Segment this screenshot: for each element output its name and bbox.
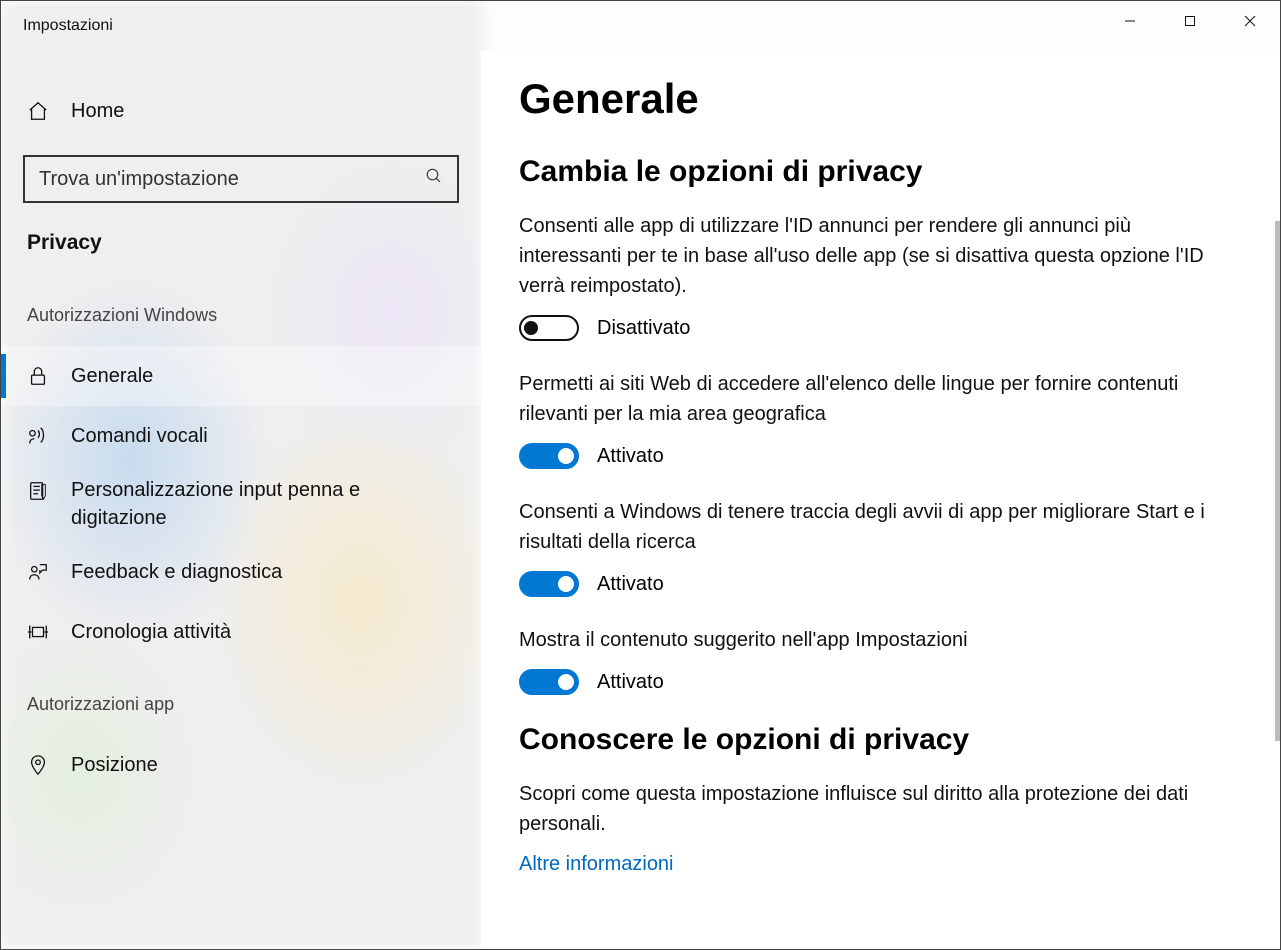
minimize-button[interactable] — [1100, 1, 1160, 41]
setting-advertising-id-toggle-row: Disattivato — [519, 315, 1242, 341]
scrollbar[interactable] — [1275, 221, 1280, 741]
sidebar-group-windows-permissions: Autorizzazioni Windows — [1, 273, 481, 346]
toggle-state-label: Attivato — [597, 573, 664, 596]
setting-language-list-toggle-row: Attivato — [519, 443, 1242, 469]
sidebar-item-label: Comandi vocali — [71, 425, 208, 448]
setting-app-launch-tracking-toggle[interactable] — [519, 571, 579, 597]
sidebar-item-label: Cronologia attività — [71, 621, 231, 644]
feedback-icon — [27, 561, 49, 583]
home-label: Home — [71, 100, 124, 123]
home-icon — [27, 100, 49, 122]
setting-app-launch-tracking-toggle-row: Attivato — [519, 571, 1242, 597]
sidebar-item-label: Personalizzazione input penna e digitazi… — [71, 476, 455, 532]
search-input[interactable]: Trova un'impostazione — [23, 155, 459, 203]
speech-icon — [27, 425, 49, 447]
sidebar-item-personalizzazione-input[interactable]: Personalizzazione input penna e digitazi… — [1, 466, 481, 542]
toggle-state-label: Attivato — [597, 671, 664, 694]
setting-app-launch-tracking-desc: Consenti a Windows di tenere traccia deg… — [519, 497, 1219, 557]
section-privacy-options-title: Cambia le opzioni di privacy — [519, 155, 1242, 189]
lock-icon — [27, 365, 49, 387]
location-icon — [27, 754, 49, 776]
sidebar-item-generale[interactable]: Generale — [1, 346, 481, 406]
sidebar-item-home[interactable]: Home — [1, 81, 481, 141]
sidebar-section-privacy: Privacy — [1, 213, 481, 273]
sidebar-item-cronologia[interactable]: Cronologia attività — [1, 602, 481, 662]
inking-icon — [27, 480, 49, 502]
window-controls — [1100, 1, 1280, 41]
section-learn-privacy-desc: Scopri come questa impostazione influisc… — [519, 779, 1242, 839]
setting-suggested-content-desc: Mostra il contenuto suggerito nell'app I… — [519, 625, 1219, 655]
toggle-state-label: Disattivato — [597, 317, 690, 340]
sidebar-item-feedback[interactable]: Feedback e diagnostica — [1, 542, 481, 602]
setting-advertising-id-desc: Consenti alle app di utilizzare l'ID ann… — [519, 211, 1219, 301]
sidebar-item-comandi-vocali[interactable]: Comandi vocali — [1, 406, 481, 466]
window-title: Impostazioni — [1, 17, 113, 35]
search-icon — [425, 167, 443, 191]
activity-history-icon — [27, 621, 49, 643]
section-learn-privacy-title: Conoscere le opzioni di privacy — [519, 723, 1242, 757]
page-title: Generale — [519, 75, 1242, 123]
setting-language-list-desc: Permetti ai siti Web di accedere all'ele… — [519, 369, 1219, 429]
learn-more-link[interactable]: Altre informazioni — [519, 853, 1242, 876]
setting-suggested-content-toggle-row: Attivato — [519, 669, 1242, 695]
sidebar-item-label: Posizione — [71, 754, 158, 777]
titlebar: Impostazioni — [1, 1, 1280, 51]
setting-suggested-content-toggle[interactable] — [519, 669, 579, 695]
search-placeholder: Trova un'impostazione — [39, 168, 425, 191]
sidebar-item-label: Feedback e diagnostica — [71, 561, 282, 584]
sidebar-group-app-permissions: Autorizzazioni app — [1, 662, 481, 735]
close-button[interactable] — [1220, 1, 1280, 41]
sidebar-item-posizione[interactable]: Posizione — [1, 735, 481, 795]
toggle-state-label: Attivato — [597, 445, 664, 468]
content-area: Generale Cambia le opzioni di privacy Co… — [481, 51, 1280, 949]
maximize-button[interactable] — [1160, 1, 1220, 41]
sidebar-item-label: Generale — [71, 365, 153, 388]
setting-advertising-id-toggle[interactable] — [519, 315, 579, 341]
sidebar: Home Trova un'impostazione Privacy Autor… — [1, 51, 481, 949]
setting-language-list-toggle[interactable] — [519, 443, 579, 469]
